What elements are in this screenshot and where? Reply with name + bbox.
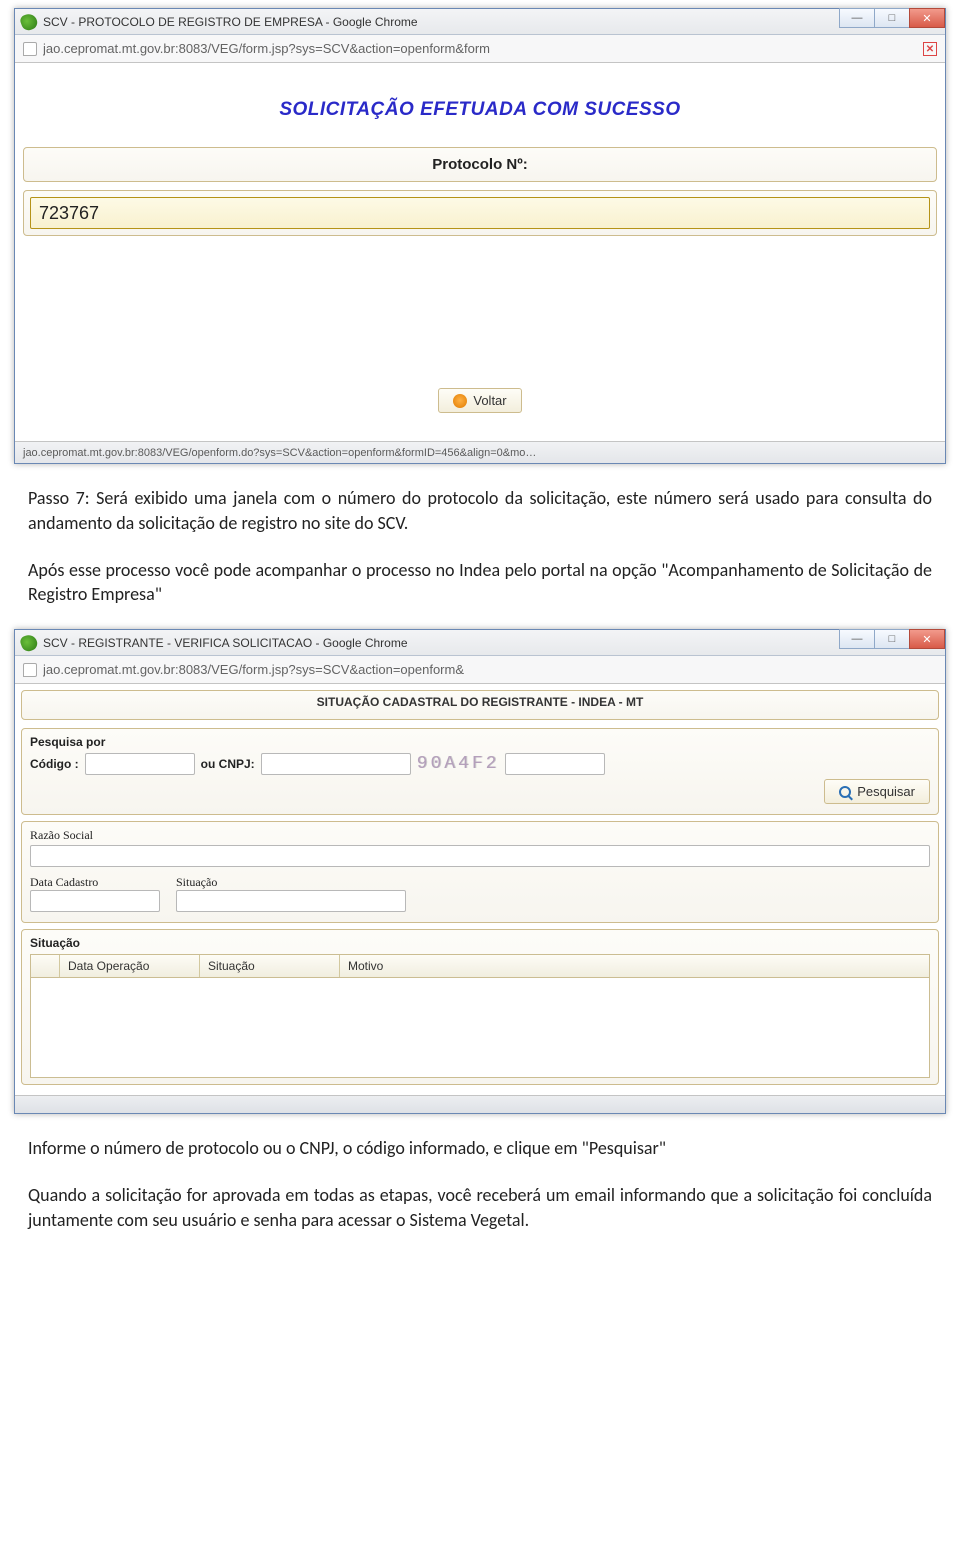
window-title-search: SCV - REGISTRANTE - VERIFICA SOLICITACAO…: [43, 636, 408, 650]
success-heading: SOLICITAÇÃO EFETUADA COM SUCESSO: [23, 99, 937, 121]
table-header: Data Operação Situação Motivo: [30, 954, 930, 978]
window-controls: — □ ✕: [840, 629, 945, 649]
file-icon: [23, 663, 37, 677]
titlebar-protocol: SCV - PROTOCOLO DE REGISTRO DE EMPRESA -…: [15, 9, 945, 35]
search-fieldset: Pesquisa por Código : ou CNPJ: 90A4F2 Pe…: [21, 728, 939, 815]
page-title-panel: SITUAÇÃO CADASTRAL DO REGISTRANTE - INDE…: [21, 690, 939, 720]
data-cadastro-input[interactable]: [30, 890, 160, 912]
codigo-label: Código :: [30, 757, 79, 771]
window-search: SCV - REGISTRANTE - VERIFICA SOLICITACAO…: [14, 629, 946, 1114]
titlebar-search: SCV - REGISTRANTE - VERIFICA SOLICITACAO…: [15, 630, 945, 656]
cnpj-input[interactable]: [261, 753, 411, 775]
search-button[interactable]: Pesquisar: [824, 779, 930, 804]
app-icon: [19, 11, 40, 32]
protocol-number-field[interactable]: 723767: [30, 197, 930, 229]
url-protocol: jao.cepromat.mt.gov.br:8083/VEG/form.jsp…: [43, 41, 917, 56]
window-protocol: SCV - PROTOCOLO DE REGISTRO DE EMPRESA -…: [14, 8, 946, 464]
search-button-label: Pesquisar: [857, 784, 915, 799]
statusbar-search: [15, 1095, 945, 1113]
paragraph-after-process: Após esse processo você pode acompanhar …: [28, 558, 932, 608]
file-icon: [23, 42, 37, 56]
cadastro-row: Data Cadastro Situação: [30, 875, 930, 912]
back-button[interactable]: Voltar: [438, 388, 521, 413]
paragraph-quando: Quando a solicitação for aprovada em tod…: [28, 1183, 932, 1233]
paragraph-informe: Informe o número de protocolo ou o CNPJ,…: [28, 1136, 932, 1161]
window-title-protocol: SCV - PROTOCOLO DE REGISTRO DE EMPRESA -…: [43, 15, 418, 29]
url-search: jao.cepromat.mt.gov.br:8083/VEG/form.jsp…: [43, 662, 937, 677]
minimize-button[interactable]: —: [839, 8, 875, 28]
table-col-data: Data Operação: [59, 955, 199, 977]
situacao-legend: Situação: [30, 936, 930, 950]
table-col-motivo: Motivo: [339, 955, 929, 977]
razao-label: Razão Social: [30, 828, 930, 843]
maximize-button[interactable]: □: [874, 8, 910, 28]
situacao-fieldset: Situação Data Operação Situação Motivo: [21, 929, 939, 1085]
statusbar-protocol: jao.cepromat.mt.gov.br:8083/VEG/openform…: [15, 441, 945, 463]
spacer: [23, 244, 937, 384]
back-button-row: Voltar: [23, 388, 937, 413]
paragraph-step7: Passo 7: Será exibido uma janela com o n…: [28, 486, 932, 536]
razao-input[interactable]: [30, 845, 930, 867]
minimize-button[interactable]: —: [839, 629, 875, 649]
razao-fieldset: Razão Social Data Cadastro Situação: [21, 821, 939, 923]
app-icon: [19, 633, 40, 654]
protocol-value: 723767: [39, 203, 99, 224]
close-button[interactable]: ✕: [909, 8, 945, 28]
captcha-input[interactable]: [505, 753, 605, 775]
search-legend: Pesquisa por: [30, 735, 930, 749]
window-controls: — □ ✕: [840, 8, 945, 28]
address-bar-protocol: jao.cepromat.mt.gov.br:8083/VEG/form.jsp…: [15, 35, 945, 63]
home-icon: [453, 394, 467, 408]
table-col-situacao: Situação: [199, 955, 339, 977]
back-button-label: Voltar: [473, 393, 506, 408]
address-bar-search: jao.cepromat.mt.gov.br:8083/VEG/form.jsp…: [15, 656, 945, 684]
data-cadastro-label: Data Cadastro: [30, 875, 170, 890]
protocol-label: Protocolo Nº:: [432, 156, 527, 173]
content-search: SITUAÇÃO CADASTRAL DO REGISTRANTE - INDE…: [15, 684, 945, 1095]
cnpj-label: ou CNPJ:: [201, 757, 255, 771]
protocol-value-panel: 723767: [23, 190, 937, 236]
codigo-input[interactable]: [85, 753, 195, 775]
page-title: SITUAÇÃO CADASTRAL DO REGISTRANTE - INDE…: [30, 695, 930, 709]
situacao-input[interactable]: [176, 890, 406, 912]
status-text: jao.cepromat.mt.gov.br:8083/VEG/openform…: [23, 447, 536, 459]
protocol-label-panel: Protocolo Nº:: [23, 147, 937, 182]
stop-icon[interactable]: ✕: [923, 42, 937, 56]
captcha-text: 90A4F2: [417, 754, 500, 774]
search-icon: [839, 786, 851, 798]
table-body: [30, 978, 930, 1078]
situacao-label: Situação: [176, 875, 416, 890]
maximize-button[interactable]: □: [874, 629, 910, 649]
table-col-blank: [31, 955, 59, 977]
search-row: Código : ou CNPJ: 90A4F2: [30, 753, 930, 775]
content-protocol: SOLICITAÇÃO EFETUADA COM SUCESSO Protoco…: [15, 63, 945, 441]
close-button[interactable]: ✕: [909, 629, 945, 649]
